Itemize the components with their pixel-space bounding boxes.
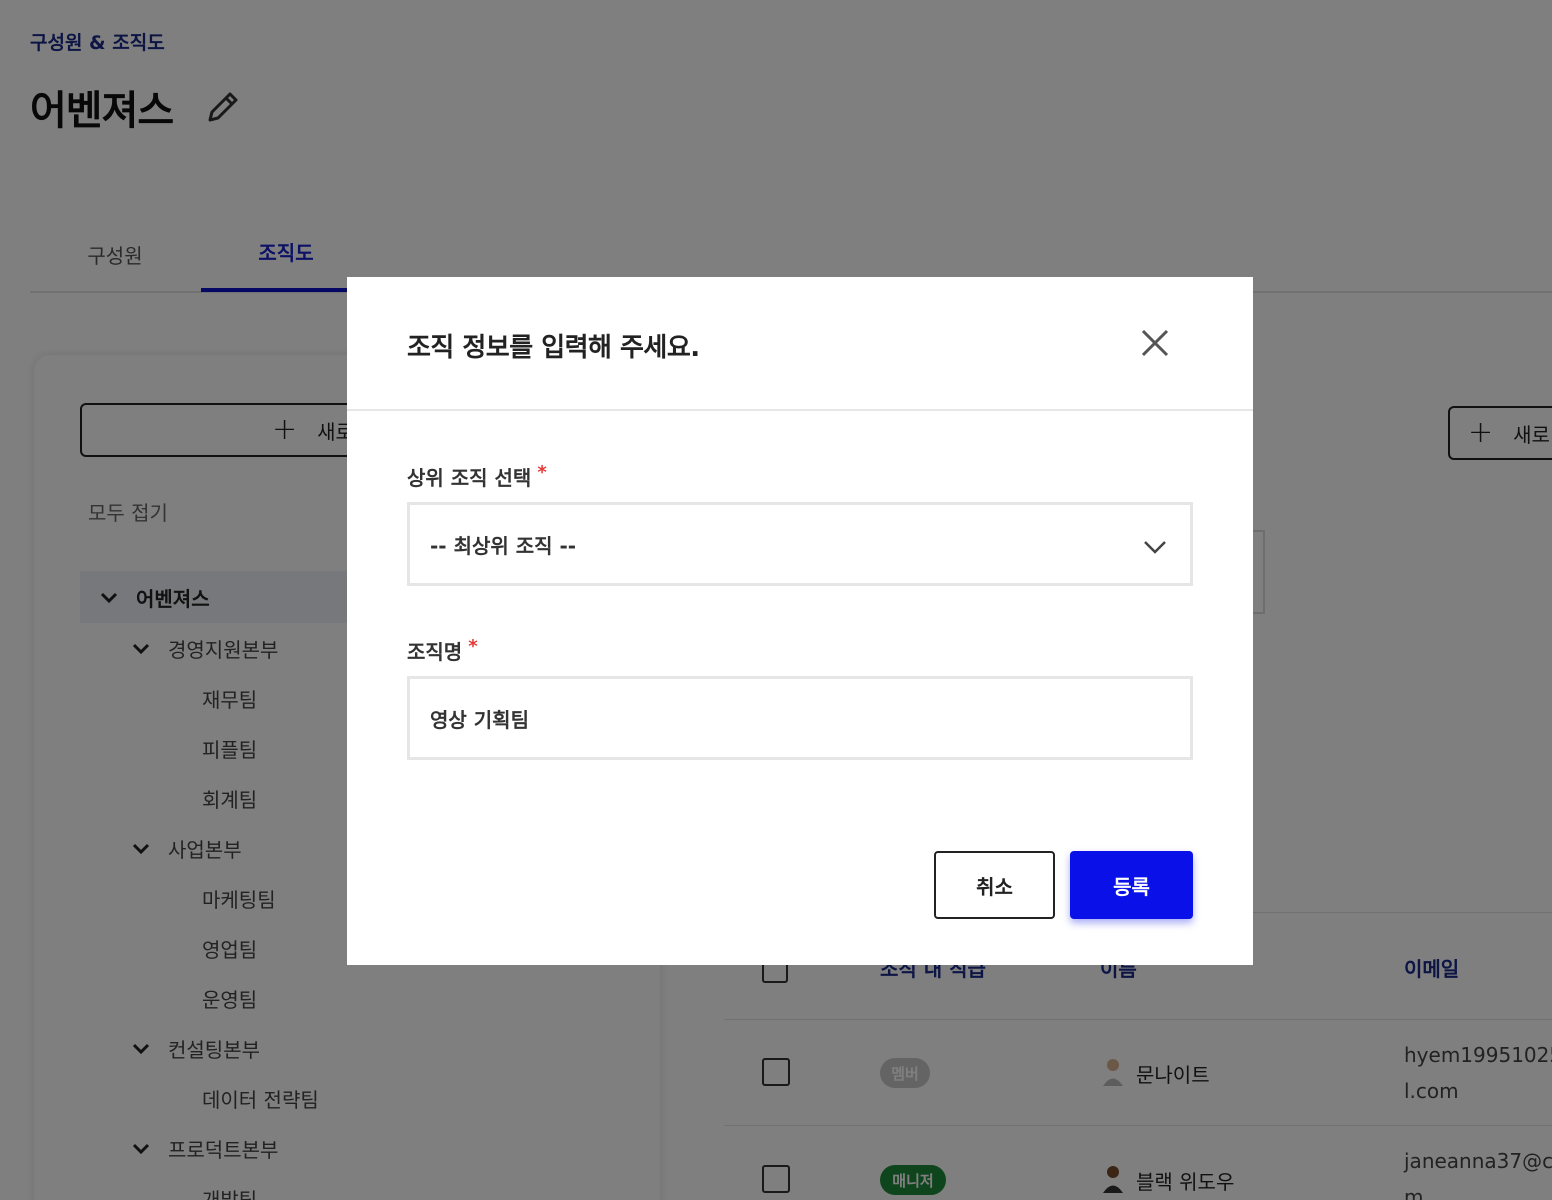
parent-org-label-text: 상위 조직 선택 — [407, 466, 532, 490]
org-name-input[interactable] — [407, 676, 1193, 760]
close-icon[interactable] — [1135, 323, 1175, 363]
org-info-modal: 조직 정보를 입력해 주세요. 상위 조직 선택 * -- 최상위 조직 -- 조… — [347, 277, 1253, 965]
submit-button[interactable]: 등록 — [1070, 851, 1193, 919]
org-name-label-text: 조직명 — [407, 640, 463, 664]
parent-org-select-value: -- 최상위 조직 -- — [430, 533, 577, 558]
cancel-button[interactable]: 취소 — [934, 851, 1055, 919]
required-mark: * — [468, 636, 478, 657]
chevron-down-icon — [1142, 533, 1168, 559]
modal-header: 조직 정보를 입력해 주세요. — [347, 277, 1253, 411]
org-name-label: 조직명 * — [407, 636, 478, 665]
required-mark: * — [537, 462, 547, 483]
modal-title: 조직 정보를 입력해 주세요. — [407, 333, 700, 363]
parent-org-label: 상위 조직 선택 * — [407, 462, 547, 491]
parent-org-select[interactable]: -- 최상위 조직 -- — [407, 502, 1193, 586]
